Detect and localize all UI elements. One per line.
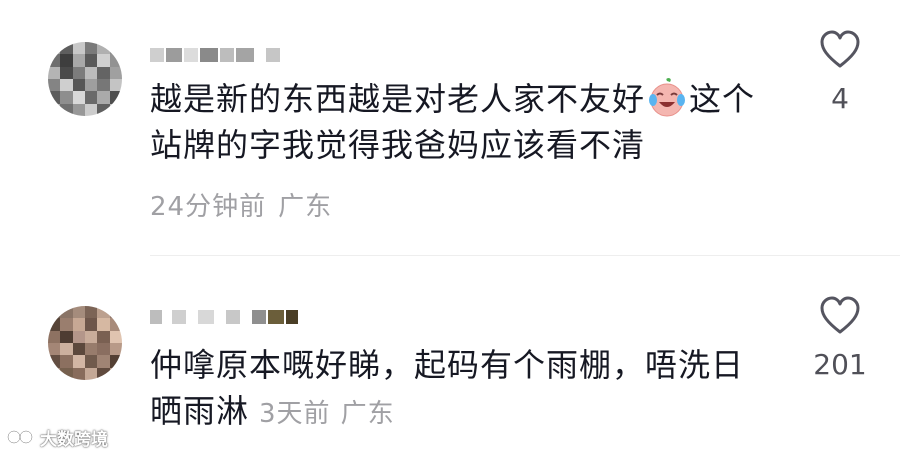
timestamp: 24分钟前: [150, 192, 267, 222]
watermark-logo-icon: [6, 429, 34, 445]
comment-text-part: 越是新的东西越是对老人家不友好: [150, 80, 646, 118]
like-count: 201: [813, 348, 867, 381]
username-pixelated[interactable]: [150, 302, 298, 332]
avatar[interactable]: [48, 306, 122, 380]
like-button[interactable]: 201: [800, 296, 880, 381]
comment-meta: 24分钟前 广东: [150, 186, 344, 223]
laughing-crying-face-icon: [649, 78, 686, 117]
watermark: 大数跨境: [6, 424, 108, 450]
comment-text-body: 仲嗱原本嘅好睇，起码有个雨棚，唔洗日晒雨淋: [150, 346, 745, 430]
comments-page: 越是新的东西越是对老人家不友好 这个站牌的字我觉得我爸妈应该看不清 24分钟前广…: [0, 0, 900, 454]
heart-icon[interactable]: [819, 296, 861, 336]
comment-meta: 3天前 广东: [259, 399, 405, 429]
location: 广东: [340, 399, 395, 429]
like-count: 4: [831, 82, 849, 115]
username-pixelated[interactable]: [150, 40, 280, 70]
heart-icon[interactable]: [819, 30, 861, 70]
watermark-text: 大数跨境: [40, 429, 108, 450]
timestamp: 3天前: [259, 399, 331, 429]
location: 广东: [278, 192, 333, 222]
comment-text: 仲嗱原本嘅好睇，起码有个雨棚，唔洗日晒雨淋 3天前 广东: [150, 342, 770, 437]
comment-item: 仲嗱原本嘅好睇，起码有个雨棚，唔洗日晒雨淋 3天前 广东 201: [0, 258, 900, 454]
like-button[interactable]: 4: [800, 30, 880, 115]
divider: [150, 255, 900, 256]
avatar[interactable]: [48, 42, 122, 116]
comment-text: 越是新的东西越是对老人家不友好 这个站牌的字我觉得我爸妈应该看不清: [150, 76, 770, 168]
comment-item: 越是新的东西越是对老人家不友好 这个站牌的字我觉得我爸妈应该看不清 24分钟前广…: [0, 0, 900, 250]
